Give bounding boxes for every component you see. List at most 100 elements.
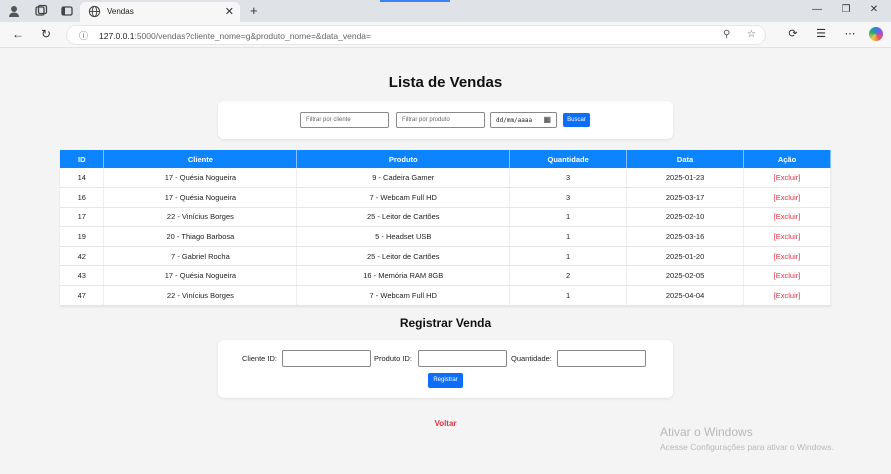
- register-form: Cliente ID: Produto ID: Quantidade: Regi…: [218, 340, 673, 398]
- favorites-list-icon[interactable]: ☰: [812, 27, 830, 40]
- delete-link[interactable]: [Excluir]: [743, 207, 831, 228]
- cell-quantidade: 3: [509, 187, 628, 208]
- cell-data: 2025-03-16: [626, 226, 745, 247]
- back-arrow-icon[interactable]: ←: [10, 27, 26, 41]
- delete-link[interactable]: [Excluir]: [743, 246, 831, 267]
- cell-cliente: 7 - Gabriel Rocha: [103, 246, 298, 267]
- search-button[interactable]: Buscar: [563, 113, 590, 127]
- cell-data: 2025-02-10: [626, 207, 745, 228]
- cell-produto: 7 - Webcam Full HD: [296, 285, 511, 306]
- cell-quantidade: 1: [509, 207, 628, 228]
- browser-tab-bar: Vendas ✕ + — ❐ ✕: [0, 0, 891, 22]
- copilot-icon[interactable]: [869, 27, 883, 41]
- quantidade-input[interactable]: [557, 350, 646, 367]
- zoom-icon[interactable]: ⚲: [723, 29, 730, 40]
- globe-icon: [88, 5, 101, 18]
- page-content: Lista de Vendas Filtrar por cliente Filt…: [0, 49, 891, 474]
- minimize-icon[interactable]: —: [807, 4, 827, 15]
- table-row: 43 17 - Quésia Nogueira 16 - Memória RAM 8…: [60, 265, 831, 287]
- more-menu-icon[interactable]: ⋯: [841, 27, 859, 40]
- cliente-id-label: Cliente ID:: [242, 354, 278, 363]
- header-cliente: Cliente: [103, 150, 298, 168]
- delete-link[interactable]: [Excluir]: [743, 265, 831, 287]
- cell-produto: 25 - Leitor de Cartões: [296, 246, 511, 267]
- calendar-icon[interactable]: ▦: [543, 115, 551, 124]
- url-text: 127.0.0.1:5000/vendas?cliente_nome=g&pro…: [99, 31, 371, 41]
- window-close-icon[interactable]: ✕: [864, 4, 884, 15]
- extensions-icon[interactable]: ⟳: [784, 27, 802, 40]
- windows-activation-title: Ativar o Windows: [660, 425, 753, 439]
- sales-table: ID Cliente Produto Quantidade Data Ação …: [60, 150, 831, 306]
- favorite-star-icon[interactable]: ☆: [747, 29, 756, 40]
- quantidade-label: Quantidade:: [511, 354, 552, 363]
- page-title: Lista de Vendas: [388, 74, 503, 91]
- tab-title: Vendas: [107, 7, 134, 16]
- cell-id: 42: [60, 246, 105, 267]
- cell-id: 43: [60, 265, 105, 287]
- delete-link[interactable]: [Excluir]: [743, 187, 831, 208]
- cell-data: 2025-01-20: [626, 246, 745, 267]
- url-host: 127.0.0.1: [99, 31, 135, 41]
- table-header-row: ID Cliente Produto Quantidade Data Ação: [60, 150, 831, 168]
- delete-link[interactable]: [Excluir]: [743, 226, 831, 247]
- cell-data: 2025-03-17: [626, 187, 745, 208]
- header-id: ID: [60, 150, 105, 168]
- delete-link[interactable]: [Excluir]: [743, 168, 831, 189]
- address-bar[interactable]: ⓘ 127.0.0.1:5000/vendas?cliente_nome=g&p…: [66, 25, 766, 45]
- register-button[interactable]: Registrar: [428, 373, 463, 388]
- cell-quantidade: 1: [509, 285, 628, 306]
- table-row: 19 20 - Thiago Barbosa 5 - Headset USB 1 202…: [60, 226, 831, 247]
- browser-navbar: ← ↻ ⓘ 127.0.0.1:5000/vendas?cliente_nome…: [0, 22, 891, 48]
- cell-id: 19: [60, 226, 105, 247]
- filter-form: Filtrar por cliente Filtrar por produto …: [218, 101, 673, 139]
- cell-data: 2025-02-05: [626, 265, 745, 287]
- close-tab-icon[interactable]: ✕: [225, 5, 234, 18]
- header-produto: Produto: [296, 150, 511, 168]
- windows-activation-text: Acesse Configurações para ativar o Windo…: [660, 442, 834, 452]
- produto-id-input[interactable]: [418, 350, 507, 367]
- cell-quantidade: 1: [509, 246, 628, 267]
- produto-filter-input[interactable]: Filtrar por produto: [396, 112, 485, 128]
- browser-tab-vendas[interactable]: Vendas ✕: [80, 2, 240, 22]
- cell-id: 14: [60, 168, 105, 189]
- cell-cliente: 22 - Vinícius Borges: [103, 285, 298, 306]
- tab-accent-bar: [380, 0, 450, 2]
- cell-produto: 9 - Cadeira Gamer: [296, 168, 511, 189]
- date-placeholder: dd/mm/aaaa: [496, 117, 533, 124]
- cell-cliente: 17 - Quésia Nogueira: [103, 187, 298, 208]
- delete-link[interactable]: [Excluir]: [743, 285, 831, 306]
- cell-id: 16: [60, 187, 105, 208]
- cell-cliente: 17 - Quésia Nogueira: [103, 168, 298, 189]
- date-filter-input[interactable]: dd/mm/aaaa ▦: [490, 112, 557, 128]
- table-row: 42 7 - Gabriel Rocha 25 - Leitor de Cartõe…: [60, 246, 831, 267]
- table-row: 16 17 - Quésia Nogueira 7 - Webcam Full HD…: [60, 187, 831, 208]
- cell-produto: 7 - Webcam Full HD: [296, 187, 511, 208]
- new-tab-icon[interactable]: +: [250, 3, 258, 18]
- cell-produto: 16 - Memória RAM 8GB: [296, 265, 511, 287]
- site-info-icon[interactable]: ⓘ: [79, 29, 88, 42]
- restore-icon[interactable]: ❐: [836, 4, 856, 15]
- cell-cliente: 17 - Quésia Nogueira: [103, 265, 298, 287]
- header-quantidade: Quantidade: [509, 150, 628, 168]
- header-acao: Ação: [743, 150, 831, 168]
- cliente-filter-input[interactable]: Filtrar por cliente: [300, 112, 389, 128]
- back-link[interactable]: Voltar: [0, 419, 891, 428]
- reload-icon[interactable]: ↻: [38, 27, 54, 41]
- table-row: 14 17 - Quésia Nogueira 9 - Cadeira Gamer 3…: [60, 168, 831, 189]
- profile-icon[interactable]: [7, 4, 21, 18]
- produto-id-label: Produto ID:: [374, 354, 412, 363]
- cell-data: 2025-01-23: [626, 168, 745, 189]
- cell-id: 47: [60, 285, 105, 306]
- cell-quantidade: 2: [509, 265, 628, 287]
- cell-quantidade: 3: [509, 168, 628, 189]
- cell-produto: 25 - Leitor de Cartões: [296, 207, 511, 228]
- cell-produto: 5 - Headset USB: [296, 226, 511, 247]
- workspaces-icon[interactable]: [34, 4, 48, 18]
- cliente-id-input[interactable]: [282, 350, 371, 367]
- cell-cliente: 20 - Thiago Barbosa: [103, 226, 298, 247]
- tab-actions-icon[interactable]: [60, 4, 74, 18]
- table-row: 17 22 - Vinícius Borges 25 - Leitor de Car…: [60, 207, 831, 228]
- header-data: Data: [626, 150, 745, 168]
- cell-cliente: 22 - Vinícius Borges: [103, 207, 298, 228]
- register-title: Registrar Venda: [399, 316, 492, 330]
